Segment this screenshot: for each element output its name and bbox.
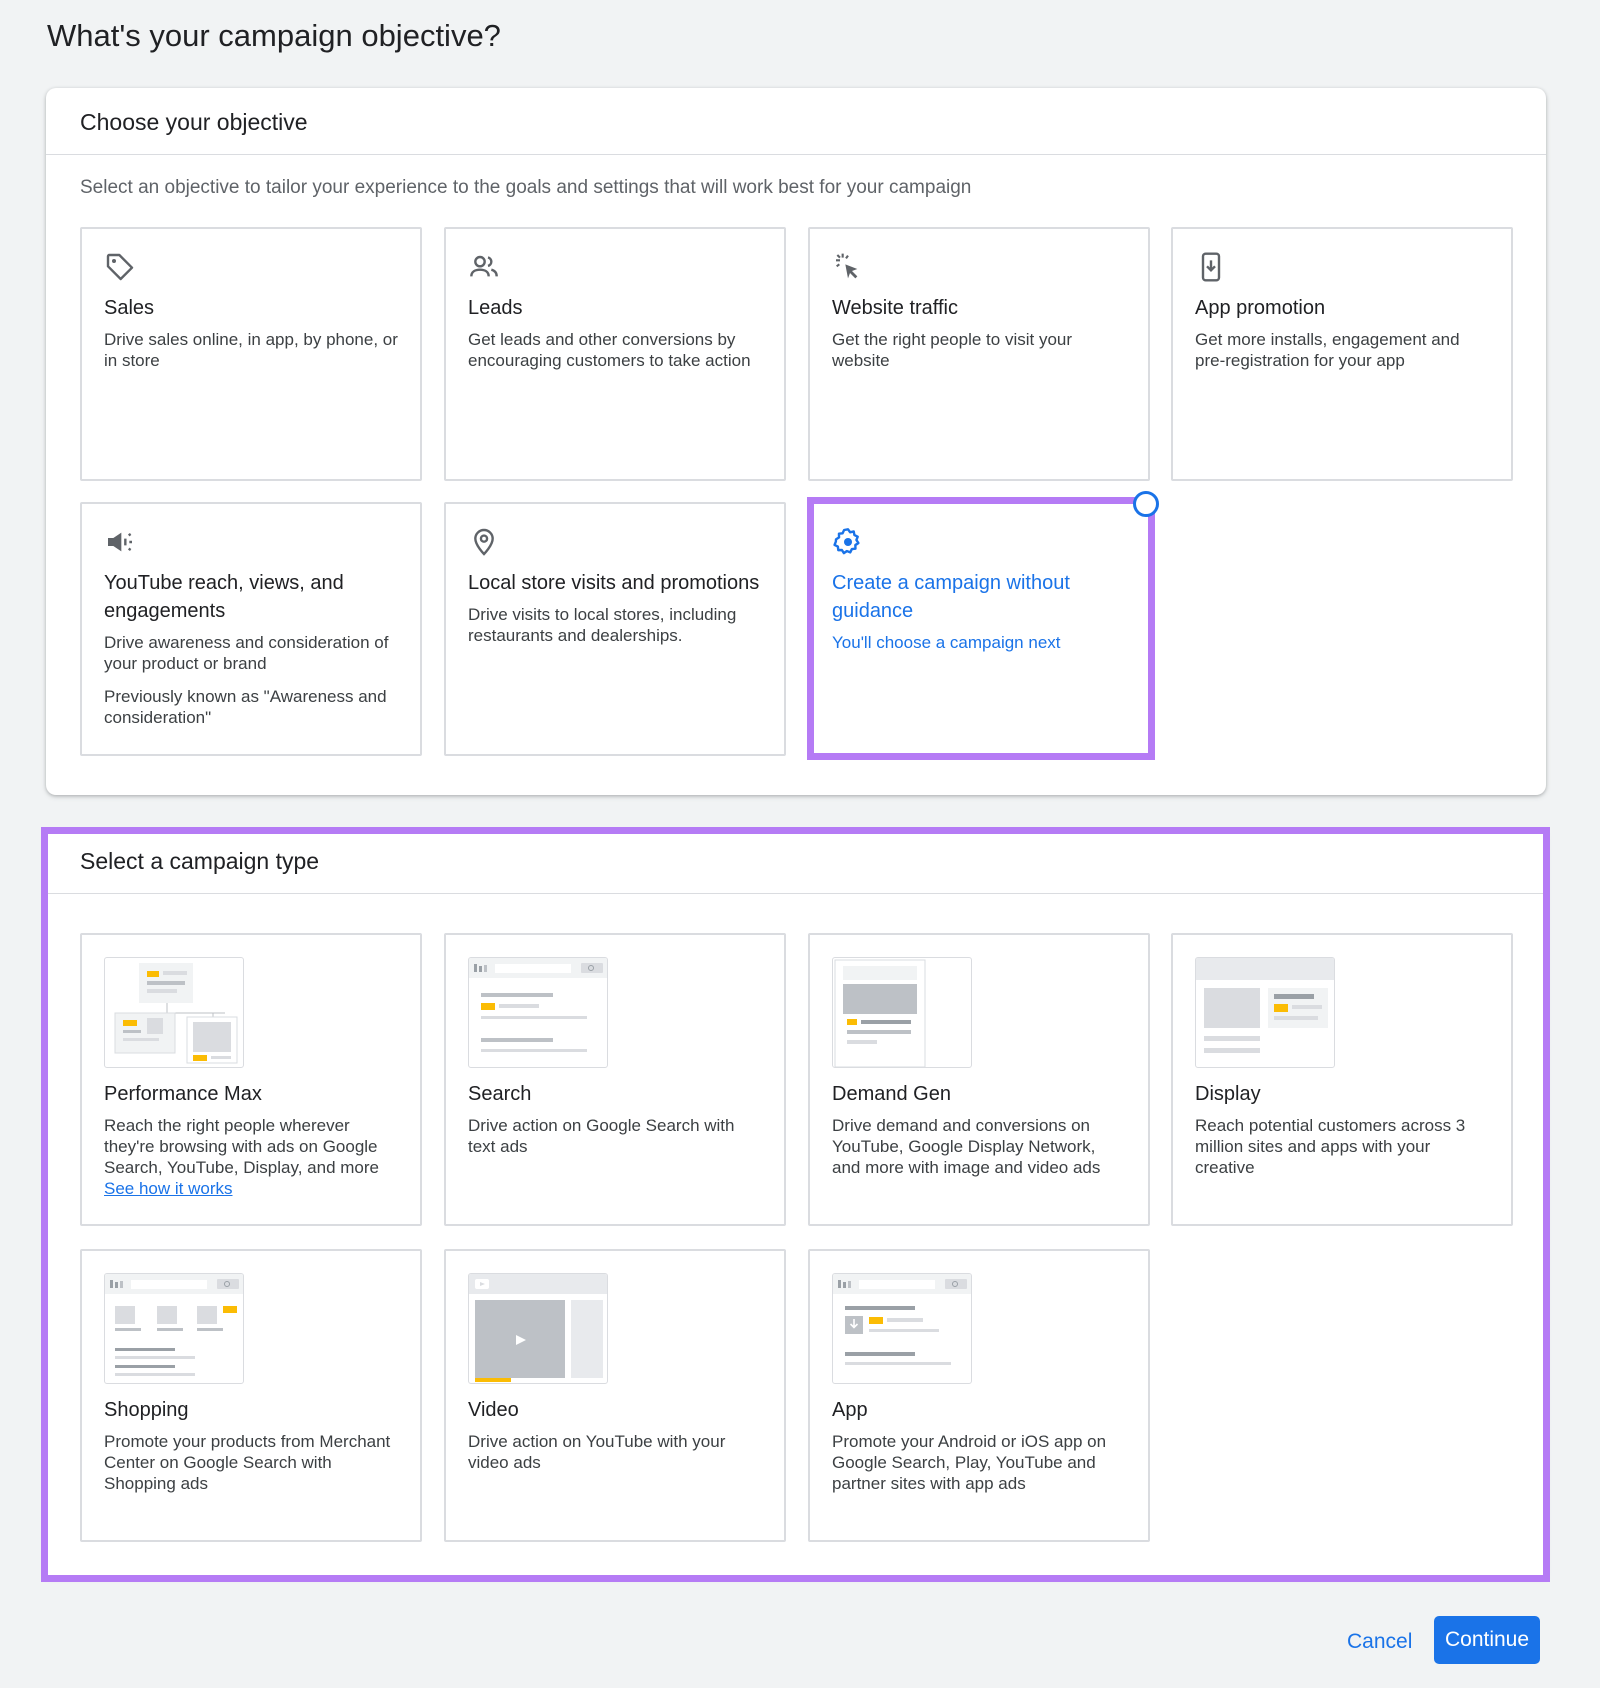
card-extra: Previously known as "Awareness and consi…	[104, 687, 387, 727]
card-desc: Get more installs, engagement and pre-re…	[1195, 330, 1460, 370]
card-desc: Promote your Android or iOS app on Googl…	[832, 1432, 1107, 1493]
megaphone-icon	[104, 526, 136, 558]
card-title: Sales	[104, 297, 155, 319]
card-title: Leads	[468, 297, 523, 319]
card-title: Search	[468, 1083, 532, 1105]
campaign-type-header: Select a campaign type	[46, 832, 1546, 894]
campaign-card-video[interactable]: Video Drive action on YouTube with your …	[444, 1249, 786, 1542]
phone-download-icon	[1195, 251, 1227, 283]
tag-icon	[104, 251, 136, 283]
selected-radio-indicator[interactable]	[1133, 491, 1159, 517]
people-icon	[468, 251, 500, 283]
objective-card-youtube-reach[interactable]: YouTube reach, views, and engagements Dr…	[80, 502, 422, 756]
card-desc: Drive awareness and consideration of you…	[104, 633, 389, 673]
objective-card-leads[interactable]: Leads Get leads and other conversions by…	[444, 227, 786, 481]
objective-panel: Choose your objective Select an objectiv…	[46, 88, 1546, 795]
gear-icon	[832, 526, 864, 558]
card-title: Local store visits and promotions	[468, 572, 760, 594]
campaign-type-panel: Select a campaign type Performance Max R…	[46, 832, 1546, 1576]
card-title: Create a campaign without guidance	[832, 572, 1070, 622]
objective-card-local-store[interactable]: Local store visits and promotions Drive …	[444, 502, 786, 756]
card-desc: Drive action on YouTube with your video …	[468, 1432, 726, 1472]
objective-card-app-promotion[interactable]: App promotion Get more installs, engagem…	[1171, 227, 1513, 481]
video-illustration	[468, 1273, 608, 1384]
objective-card-website-traffic[interactable]: Website traffic Get the right people to …	[808, 227, 1150, 481]
card-desc: Get leads and other conversions by encou…	[468, 330, 751, 370]
card-desc: Drive visits to local stores, including …	[468, 605, 737, 645]
card-title: Shopping	[104, 1399, 189, 1421]
campaign-card-app[interactable]: App Promote your Android or iOS app on G…	[808, 1249, 1150, 1542]
objective-header: Choose your objective	[46, 88, 1546, 155]
card-desc: Reach potential customers across 3 milli…	[1195, 1116, 1466, 1177]
search-illustration	[468, 957, 608, 1068]
campaign-card-shopping[interactable]: Shopping Promote your products from Merc…	[80, 1249, 422, 1542]
app-illustration	[832, 1273, 972, 1384]
card-desc: Promote your products from Merchant Cent…	[104, 1432, 391, 1493]
card-title: App	[832, 1399, 868, 1421]
page-title: What's your campaign objective?	[47, 18, 501, 53]
campaign-card-demand-gen[interactable]: Demand Gen Drive demand and conversions …	[808, 933, 1150, 1226]
demand-gen-illustration	[832, 957, 972, 1068]
card-desc: Drive sales online, in app, by phone, or…	[104, 330, 398, 370]
card-desc: You'll choose a campaign next	[832, 633, 1061, 652]
card-title: Display	[1195, 1083, 1261, 1105]
objective-subtitle: Select an objective to tailor your exper…	[80, 177, 972, 198]
objective-card-sales[interactable]: Sales Drive sales online, in app, by pho…	[80, 227, 422, 481]
card-desc-text: Reach the right people wherever they're …	[104, 1116, 379, 1177]
card-desc: Drive action on Google Search with text …	[468, 1116, 735, 1156]
cursor-click-icon	[832, 251, 864, 283]
location-pin-icon	[468, 526, 500, 558]
see-how-it-works-link[interactable]: See how it works	[104, 1179, 233, 1198]
campaign-card-search[interactable]: Search Drive action on Google Search wit…	[444, 933, 786, 1226]
card-title: Website traffic	[832, 297, 958, 319]
card-desc: Drive demand and conversions on YouTube,…	[832, 1116, 1101, 1177]
objective-card-no-guidance[interactable]: Create a campaign without guidance You'l…	[808, 502, 1150, 756]
display-illustration	[1195, 957, 1335, 1068]
cancel-button[interactable]: Cancel	[1347, 1626, 1412, 1658]
performance-max-illustration	[104, 957, 244, 1068]
card-title: App promotion	[1195, 297, 1326, 319]
card-desc: Reach the right people wherever they're …	[104, 1115, 398, 1199]
card-title: Performance Max	[104, 1083, 262, 1105]
shopping-illustration	[104, 1273, 244, 1384]
card-title: YouTube reach, views, and engagements	[104, 572, 344, 622]
continue-button[interactable]: Continue	[1434, 1616, 1540, 1664]
card-title: Demand Gen	[832, 1083, 951, 1105]
card-desc: Get the right people to visit your websi…	[832, 330, 1073, 370]
campaign-card-performance-max[interactable]: Performance Max Reach the right people w…	[80, 933, 422, 1226]
campaign-card-display[interactable]: Display Reach potential customers across…	[1171, 933, 1513, 1226]
card-title: Video	[468, 1399, 519, 1421]
